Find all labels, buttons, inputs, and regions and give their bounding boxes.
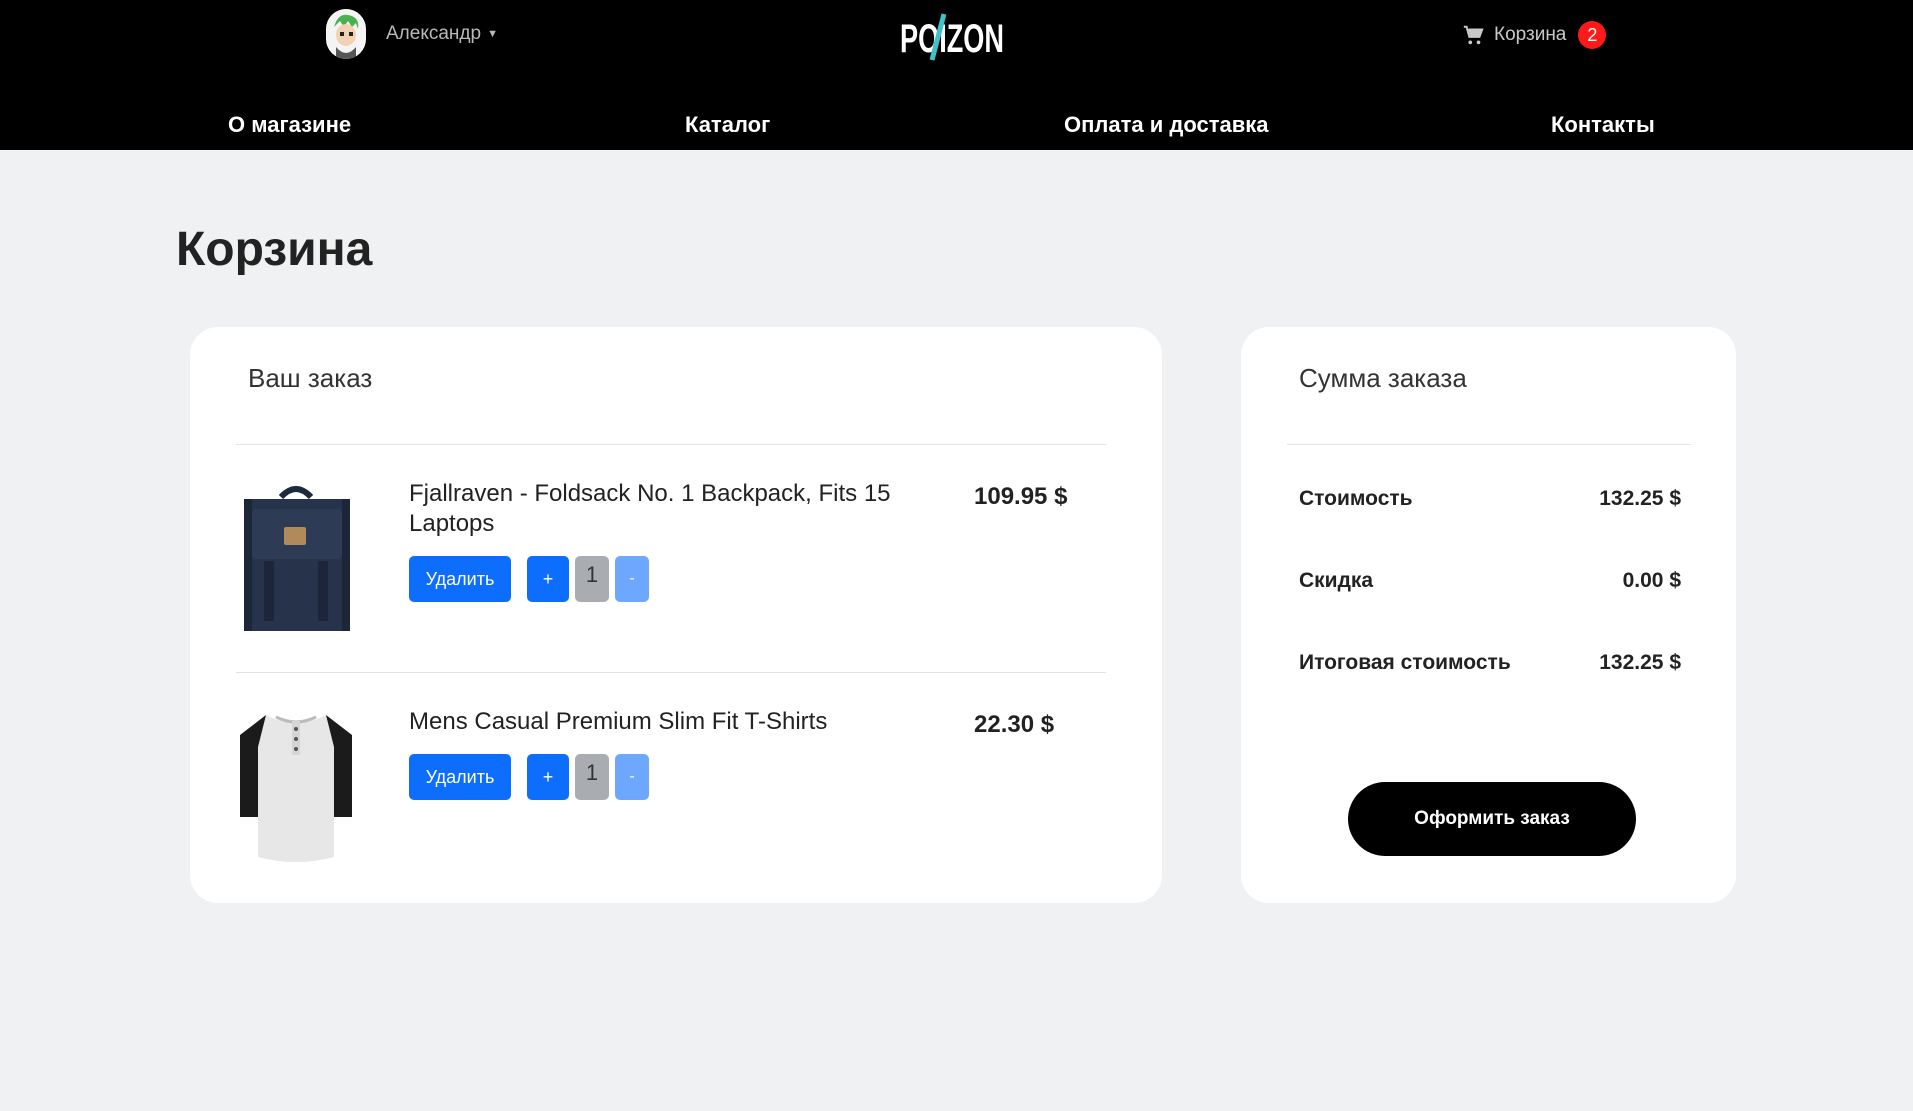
summary-label: Итоговая стоимость	[1299, 651, 1511, 674]
item-actions: Удалить + 1 -	[409, 754, 649, 800]
order-summary-card: Сумма заказа Стоимость 132.25 $ Скидка 0…	[1241, 327, 1736, 903]
product-price: 109.95 $	[974, 483, 1068, 510]
summary-row-total: Итоговая стоимость 132.25 $	[1299, 651, 1681, 675]
summary-label: Стоимость	[1299, 487, 1413, 510]
logo[interactable]: POIZON	[898, 8, 1008, 66]
quantity-stepper: + 1 -	[527, 556, 649, 602]
summary-value: 132.25 $	[1599, 651, 1681, 674]
product-image-tshirt[interactable]	[236, 707, 356, 867]
product-name[interactable]: Fjallraven - Foldsack No. 1 Backpack, Fi…	[409, 479, 929, 539]
quantity-stepper: + 1 -	[527, 754, 649, 800]
quantity-value: 1	[575, 754, 609, 800]
summary-card-title: Сумма заказа	[1299, 363, 1467, 393]
user-menu[interactable]: Александр ▼	[326, 8, 498, 60]
order-card: Ваш заказ Fjallraven - Foldsack No. 1 Ba…	[190, 327, 1162, 903]
nav-item-payment-delivery[interactable]: Оплата и доставка	[1064, 112, 1269, 138]
nav-item-about[interactable]: О магазине	[228, 112, 351, 138]
user-name[interactable]: Александр ▼	[386, 23, 498, 45]
order-card-title: Ваш заказ	[248, 363, 373, 393]
decrease-quantity-button[interactable]: -	[615, 754, 649, 800]
quantity-value: 1	[575, 556, 609, 602]
page-title: Корзина	[176, 223, 373, 276]
summary-label: Скидка	[1299, 569, 1374, 592]
divider	[236, 444, 1106, 445]
nav-item-catalog[interactable]: Каталог	[685, 112, 770, 138]
increase-quantity-button[interactable]: +	[527, 556, 569, 602]
summary-row-discount: Скидка 0.00 $	[1299, 569, 1681, 593]
site-header: Александр ▼ POIZON Корзина 2 О магазине …	[0, 0, 1913, 150]
cart-item: Fjallraven - Foldsack No. 1 Backpack, Fi…	[236, 479, 1106, 659]
shopping-cart-icon	[1462, 24, 1484, 46]
main-nav: О магазине Каталог Оплата и доставка Кон…	[0, 100, 1913, 150]
checkout-button[interactable]: Оформить заказ	[1348, 782, 1636, 856]
summary-value: 0.00 $	[1622, 569, 1681, 592]
item-actions: Удалить + 1 -	[409, 556, 649, 602]
cart-item: Mens Casual Premium Slim Fit T-Shirts 22…	[236, 707, 1106, 877]
delete-button[interactable]: Удалить	[409, 754, 511, 800]
cart-count-badge: 2	[1578, 21, 1607, 49]
caret-down-icon: ▼	[487, 28, 498, 40]
delete-button[interactable]: Удалить	[409, 556, 511, 602]
product-image-backpack[interactable]	[236, 479, 356, 639]
cart-label: Корзина	[1494, 24, 1567, 45]
summary-value: 132.25 $	[1599, 487, 1681, 510]
decrease-quantity-button[interactable]: -	[615, 556, 649, 602]
header-cart-link[interactable]: Корзина 2	[1462, 20, 1607, 50]
divider	[1287, 444, 1691, 445]
user-name-label: Александр	[386, 23, 482, 44]
increase-quantity-button[interactable]: +	[527, 754, 569, 800]
summary-row-cost: Стоимость 132.25 $	[1299, 487, 1681, 511]
product-price: 22.30 $	[974, 711, 1055, 738]
avatar	[326, 9, 366, 59]
product-name[interactable]: Mens Casual Premium Slim Fit T-Shirts	[409, 707, 929, 737]
divider	[236, 672, 1106, 673]
nav-item-contacts[interactable]: Контакты	[1551, 112, 1655, 138]
logo-text: POIZON	[900, 17, 1004, 61]
